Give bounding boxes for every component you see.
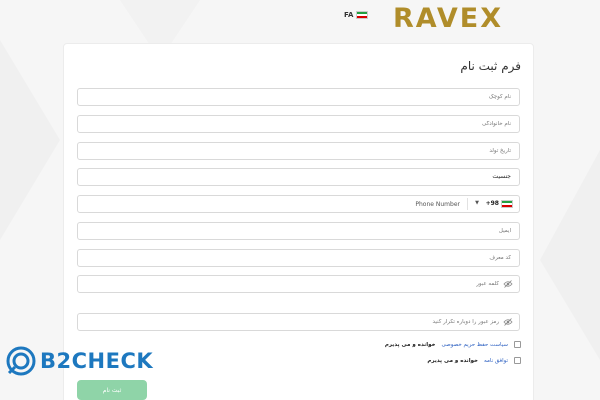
phone-field: +98 ▼ <box>77 195 520 213</box>
language-label: FA <box>344 11 354 19</box>
privacy-policy-link[interactable]: سیاست حفظ حریم خصوصی <box>442 342 509 348</box>
password-confirm-input[interactable] <box>89 315 499 329</box>
password-confirm-field <box>77 313 520 331</box>
watermark-text: B2CHECK <box>40 349 154 373</box>
birth-date-input[interactable] <box>77 142 520 160</box>
chevron-down-icon[interactable]: ▼ <box>475 200 479 206</box>
eye-slash-icon[interactable] <box>503 280 513 288</box>
b2check-logo-icon <box>6 346 36 376</box>
iran-flag-icon <box>501 200 513 208</box>
top-bar: RAVEX FA <box>0 0 600 40</box>
terms-link[interactable]: توافق نامه <box>484 358 508 364</box>
privacy-agreement-row: سیاست حفظ حریم خصوصی خوانده و می پذیرم <box>385 341 521 348</box>
first-name-input[interactable] <box>77 88 520 106</box>
phone-divider <box>467 198 468 210</box>
privacy-checkbox[interactable] <box>514 341 521 348</box>
submit-button[interactable]: ثبت نام <box>77 380 147 400</box>
eye-slash-icon[interactable] <box>503 318 513 326</box>
password-input[interactable] <box>89 277 499 291</box>
phone-country-code[interactable]: +98 <box>486 200 499 207</box>
logo-text: RAVEX <box>393 4 503 30</box>
email-input[interactable] <box>77 222 520 240</box>
terms-agreement-row: توافق نامه خوانده و می پذیرم <box>427 357 521 364</box>
form-title: فرم ثبت نام <box>460 59 521 73</box>
last-name-input[interactable] <box>77 115 520 133</box>
gender-select[interactable]: جنسیت <box>77 168 520 186</box>
phone-number-input[interactable] <box>84 197 464 211</box>
b2check-watermark: B2CHECK <box>6 346 153 376</box>
terms-checkbox[interactable] <box>514 357 521 364</box>
gender-select-value: جنسیت <box>492 173 511 180</box>
privacy-agreement-text: خوانده و می پذیرم <box>384 341 436 348</box>
ravex-logo[interactable]: RAVEX <box>393 4 531 30</box>
referral-code-input[interactable] <box>77 249 520 267</box>
iran-flag-icon <box>356 11 369 19</box>
terms-agreement-text: خوانده و می پذیرم <box>427 357 479 364</box>
language-switcher[interactable]: FA <box>344 11 369 19</box>
password-field <box>77 275 520 293</box>
